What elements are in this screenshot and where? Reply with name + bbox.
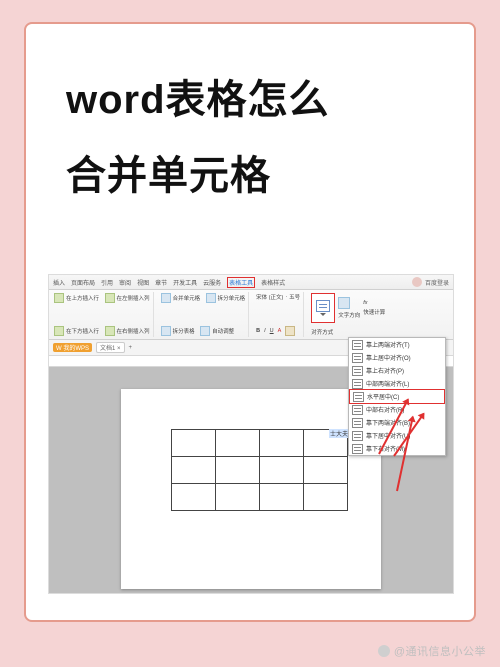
fx-icon[interactable]: fx [363, 300, 385, 306]
col-right-icon [105, 326, 115, 336]
split-table-icon [161, 326, 171, 336]
dropdown-item-top-left[interactable]: 靠上两端对齐(T) [349, 338, 445, 351]
align-mid-right-icon [352, 405, 363, 415]
dropdown-item-bot-center[interactable]: 靠下居中对齐(U) [349, 429, 445, 442]
align-center-icon [353, 392, 364, 402]
group-font: 宋体 (正文) · 五号 B I U A [253, 292, 304, 337]
tab-table-style[interactable]: 表格样式 [261, 278, 285, 287]
dropdown-label: 靠上右对齐(P) [366, 366, 404, 375]
dropdown-label: 靠下两端对齐(B) [366, 418, 410, 427]
highlight-icon[interactable] [285, 326, 295, 336]
split-label[interactable]: 拆分单元格 [218, 294, 246, 302]
split-table-label[interactable]: 拆分表格 [173, 327, 195, 335]
autofit-label[interactable]: 自动调整 [212, 327, 234, 335]
align-bot-left-icon [352, 418, 363, 428]
align-label: 对齐方式 [311, 328, 333, 336]
group-cell: 合并单元格 拆分单元格 拆分表格 自动调整 [158, 292, 250, 337]
autofit-icon [200, 326, 210, 336]
avatar-icon [412, 277, 422, 287]
font-size[interactable]: 五号 [289, 293, 300, 301]
text-direction-icon[interactable] [338, 297, 350, 309]
merge-label[interactable]: 合并单元格 [173, 294, 201, 302]
watermark-text: @通讯信息小公举 [394, 643, 486, 659]
table-row [172, 430, 348, 457]
word-table[interactable] [171, 429, 348, 511]
underline-button[interactable]: U [270, 328, 274, 334]
row-below-icon [54, 326, 64, 336]
align-button[interactable] [311, 293, 335, 323]
split-icon [206, 293, 216, 303]
title-line-2: 合并单元格 [66, 154, 271, 198]
doc-tab-close[interactable]: × [117, 346, 121, 352]
dropdown-item-mid-right[interactable]: 中部右对齐(R) [349, 403, 445, 416]
font-name[interactable]: 宋体 (正文) [256, 293, 283, 301]
align-mid-left-icon [352, 379, 363, 389]
dropdown-item-center[interactable]: 水平居中(C) [349, 389, 445, 404]
dropdown-item-top-right[interactable]: 靠上右对齐(P) [349, 364, 445, 377]
tab-insert[interactable]: 插入 [53, 278, 65, 287]
dropdown-label: 靠上居中对齐(O) [366, 353, 411, 362]
align-bot-center-icon [352, 431, 363, 441]
tab-review[interactable]: 审阅 [119, 278, 131, 287]
card: word表格怎么 合并单元格 插入 页面布局 引用 审阅 视图 章节 开发工具 … [24, 22, 476, 622]
dropdown-label: 中部两端对齐(L) [366, 379, 409, 388]
align-top-left-icon [352, 340, 363, 350]
chevron-down-icon [320, 313, 326, 316]
tab-chapter[interactable]: 章节 [155, 278, 167, 287]
table-row [172, 484, 348, 511]
ribbon: 在上方插入行 在左侧插入列 在下方插入行 在右侧插入列 合并单元格 拆分单元格 … [49, 290, 453, 340]
col-left-icon [105, 293, 115, 303]
tab-strip: 插入 页面布局 引用 审阅 视图 章节 开发工具 云服务 表格工具 表格样式 百… [49, 275, 453, 290]
row-above-icon [54, 293, 64, 303]
bold-button[interactable]: B [256, 328, 260, 334]
watermark-icon [378, 645, 390, 657]
row-above-label[interactable]: 在上方插入行 [66, 294, 99, 302]
font-color-button[interactable]: A [278, 328, 282, 334]
tab-cloud[interactable]: 云服务 [203, 278, 221, 287]
group-align: 文字方向 fx 快速计算 对齐方式 [308, 292, 388, 337]
page: 士大夫撒士大夫 [121, 389, 381, 589]
profile[interactable]: 百度登录 [412, 277, 449, 287]
screenshot: 插入 页面布局 引用 审阅 视图 章节 开发工具 云服务 表格工具 表格样式 百… [48, 274, 454, 594]
quick-calc-label[interactable]: 快速计算 [363, 308, 385, 316]
dropdown-label: 靠上两端对齐(T) [366, 340, 410, 349]
wps-logo[interactable]: W 我的WPS [53, 343, 92, 352]
group-rows: 在上方插入行 在左侧插入列 在下方插入行 在右侧插入列 [51, 292, 154, 337]
tab-table-tools[interactable]: 表格工具 [227, 277, 255, 288]
profile-name: 百度登录 [425, 278, 449, 287]
title-line-1: word表格怎么 [66, 78, 330, 122]
dropdown-item-top-center[interactable]: 靠上居中对齐(O) [349, 351, 445, 364]
dropdown-label: 水平居中(C) [367, 392, 399, 401]
doc-tab-label: 文档1 [100, 346, 115, 352]
col-left-label[interactable]: 在左侧插入列 [117, 294, 150, 302]
title: word表格怎么 合并单元格 [66, 62, 446, 214]
tab-layout[interactable]: 页面布局 [71, 278, 95, 287]
align-bot-right-icon [352, 444, 363, 454]
merge-icon [161, 293, 171, 303]
italic-button[interactable]: I [264, 328, 266, 334]
watermark: @通讯信息小公举 [378, 643, 486, 659]
align-top-right-icon [352, 366, 363, 376]
align-dropdown: 靠上两端对齐(T) 靠上居中对齐(O) 靠上右对齐(P) 中部两端对齐(L) 水… [348, 337, 446, 456]
tab-dev[interactable]: 开发工具 [173, 278, 197, 287]
align-top-center-icon [352, 353, 363, 363]
doc-tab[interactable]: 文档1 × [96, 342, 125, 353]
doc-tab-add[interactable]: + [129, 345, 133, 351]
align-icon [316, 300, 330, 312]
table-row [172, 457, 348, 484]
col-right-label[interactable]: 在右侧插入列 [117, 327, 150, 335]
row-below-label[interactable]: 在下方插入行 [66, 327, 99, 335]
text-direction-label: 文字方向 [338, 311, 360, 319]
tab-view[interactable]: 视图 [137, 278, 149, 287]
tab-reference[interactable]: 引用 [101, 278, 113, 287]
